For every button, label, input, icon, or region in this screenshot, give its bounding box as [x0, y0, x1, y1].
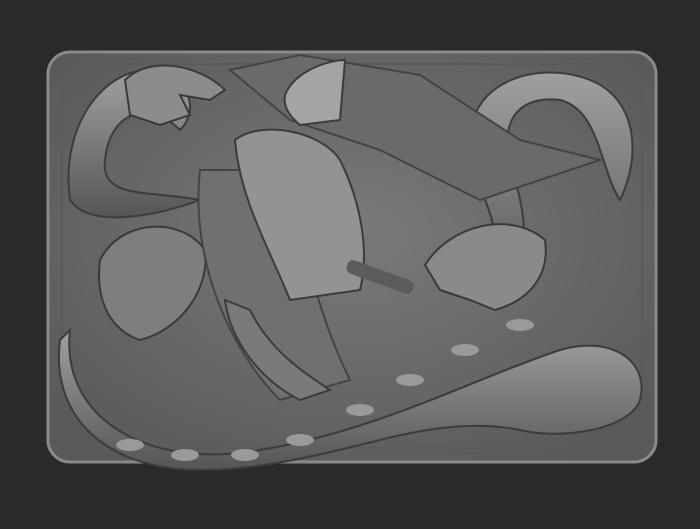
relief-render: [0, 0, 700, 529]
